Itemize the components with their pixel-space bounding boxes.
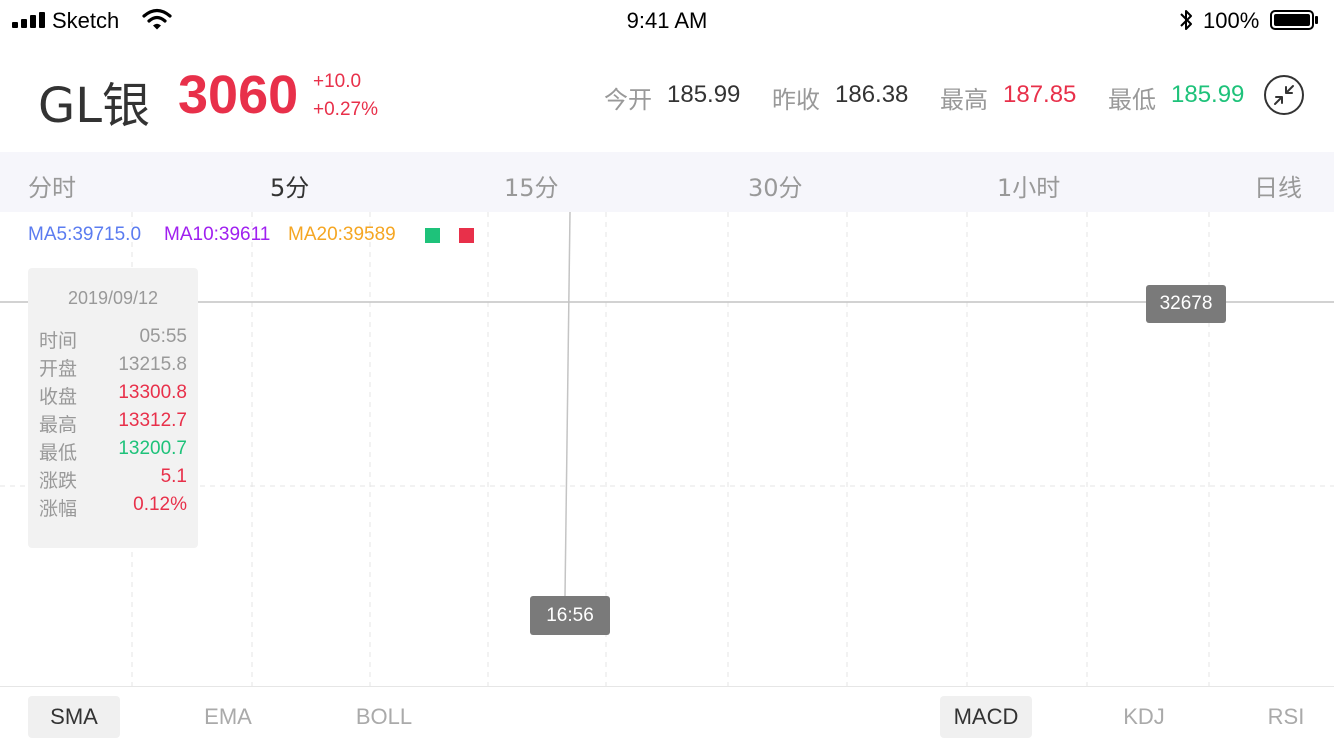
price-change-block: +10.0 +0.27% — [313, 68, 378, 124]
indicator-ema[interactable]: EMA — [182, 696, 274, 738]
candle-info-panel: 2019/09/12 时间 05:55 开盘 13215.8 收盘 13300.… — [28, 268, 198, 548]
stat-high-value: 187.85 — [1003, 81, 1077, 108]
indicator-boll[interactable]: BOLL — [338, 696, 430, 738]
bluetooth-icon — [1180, 10, 1192, 30]
fall-legend-square — [459, 228, 474, 243]
last-price: 3060 — [178, 65, 299, 125]
info-row-time: 时间 05:55 — [39, 326, 187, 354]
indicator-rsi[interactable]: RSI — [1240, 696, 1332, 738]
info-value: 13300.8 — [118, 382, 187, 403]
battery-percent: 100% — [1203, 8, 1260, 33]
info-label: 最低 — [39, 442, 78, 464]
price-change-percent: +0.27% — [313, 99, 378, 120]
ma10-value: MA10:39611 — [164, 224, 271, 245]
info-value: 5.1 — [160, 466, 187, 487]
info-value: 13312.7 — [118, 410, 187, 431]
period-tabs: 分时 5分 15分 30分 1小时 日线 — [0, 152, 1334, 212]
info-label: 涨跌 — [39, 470, 78, 492]
info-label: 收盘 — [39, 386, 78, 408]
kline-chart-area[interactable] — [0, 212, 1334, 686]
info-row-open: 开盘 13215.8 — [39, 354, 187, 382]
stat-open-label: 今开 — [604, 86, 652, 114]
stat-low-label: 最低 — [1108, 86, 1156, 114]
info-value: 13200.7 — [118, 438, 187, 459]
ma20-value: MA20:39589 — [288, 224, 396, 245]
info-label: 开盘 — [39, 358, 78, 380]
stat-low-value: 185.99 — [1171, 81, 1245, 108]
stat-prev-close-label: 昨收 — [772, 86, 820, 114]
indicator-macd[interactable]: MACD — [940, 696, 1032, 738]
info-label: 涨幅 — [39, 498, 78, 520]
collapse-arrows-icon — [1274, 85, 1294, 105]
indicator-kdj[interactable]: KDJ — [1098, 696, 1190, 738]
crosshair-vertical-line — [564, 212, 571, 597]
info-row-low: 最低 13200.7 — [39, 438, 187, 466]
stat-open-value: 185.99 — [667, 81, 741, 108]
symbol-name: GL银 — [38, 78, 150, 134]
battery-icon — [1270, 10, 1318, 30]
info-row-change-percent: 涨幅 0.12% — [39, 494, 187, 522]
price-change: +10.0 — [313, 71, 362, 92]
ma5-value: MA5:39715.0 — [28, 224, 142, 245]
status-bar: Sketch 9:41 AM 100% — [0, 0, 1334, 42]
status-time: 9:41 AM — [626, 8, 708, 33]
info-row-change: 涨跌 5.1 — [39, 466, 187, 494]
info-row-close: 收盘 13300.8 — [39, 382, 187, 410]
info-label: 最高 — [39, 414, 78, 436]
tab-daily[interactable]: 日线 — [1254, 168, 1302, 203]
info-row-high: 最高 13312.7 — [39, 410, 187, 438]
info-label: 时间 — [39, 330, 78, 352]
crosshair-time-tag: 16:56 — [530, 596, 610, 635]
tab-timeshare[interactable]: 分时 — [28, 168, 76, 203]
tab-30min[interactable]: 30分 — [748, 168, 803, 203]
exit-fullscreen-button[interactable] — [1264, 75, 1304, 115]
indicator-sma[interactable]: SMA — [28, 696, 120, 738]
info-date: 2019/09/12 — [67, 288, 159, 308]
tab-15min[interactable]: 15分 — [504, 168, 559, 203]
tab-1hour[interactable]: 1小时 — [997, 168, 1060, 203]
tab-5min[interactable]: 5分 — [270, 168, 309, 203]
stat-prev-close-value: 186.38 — [835, 81, 909, 108]
chart-grid — [0, 212, 1334, 686]
crosshair-price-tag: 32678 — [1146, 285, 1226, 323]
info-value: 05:55 — [139, 326, 187, 347]
rise-legend-square — [425, 228, 440, 243]
info-value: 0.12% — [133, 494, 187, 515]
stat-high-label: 最高 — [940, 86, 988, 114]
info-value: 13215.8 — [118, 354, 187, 375]
